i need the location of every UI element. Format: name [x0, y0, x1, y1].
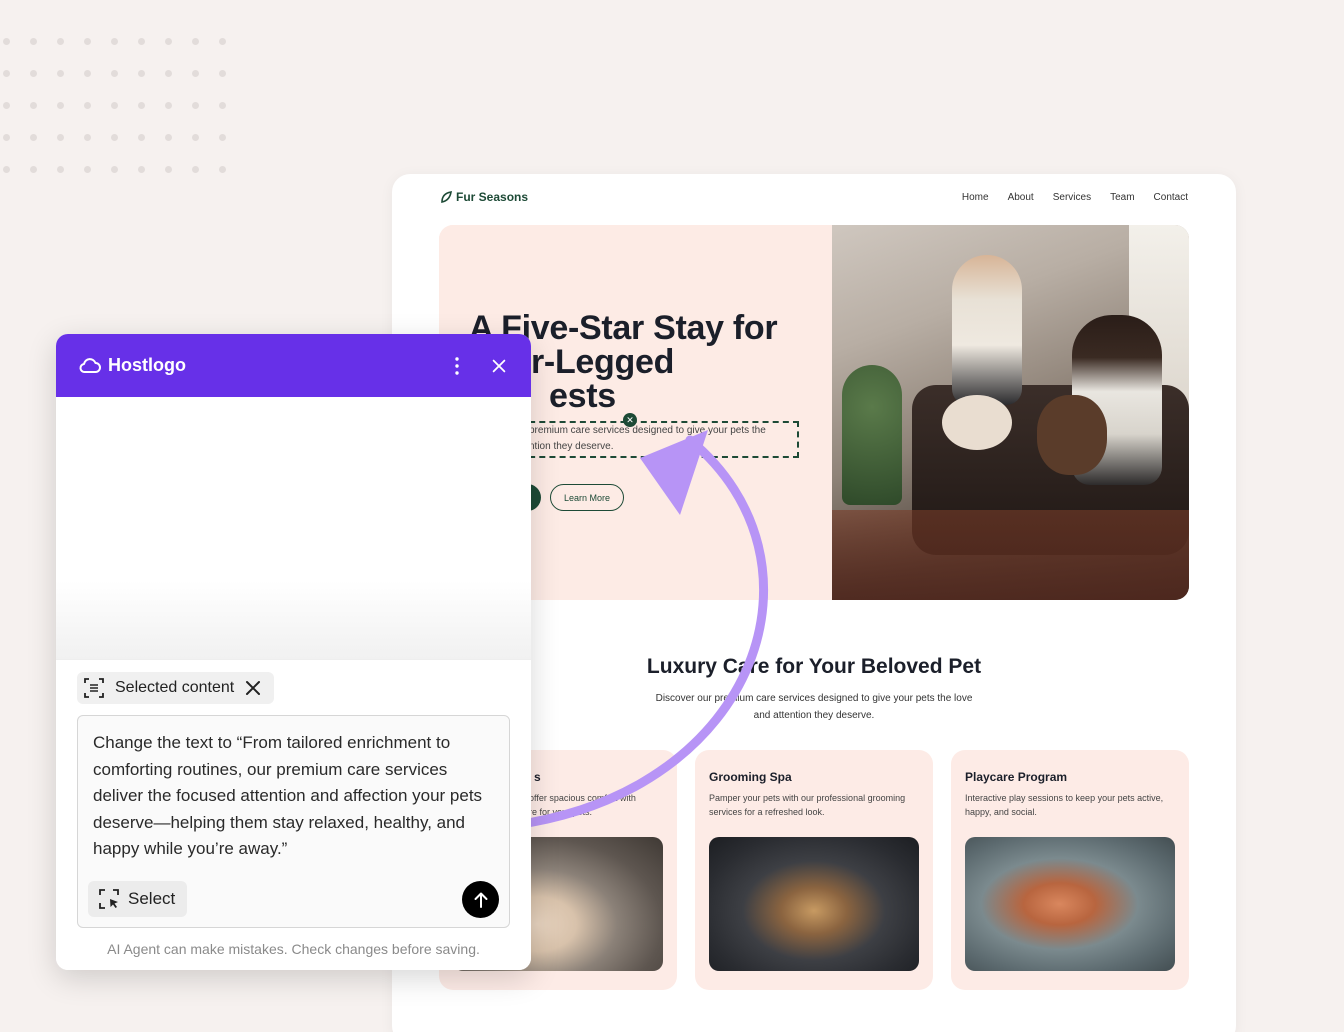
site-nav-links: Home About Services Team Contact	[962, 192, 1188, 203]
card-title: s	[534, 770, 541, 784]
photo-dog	[1037, 395, 1107, 475]
decorative-dot-grid	[0, 30, 240, 180]
assistant-panel: Hostlogo Selected content Change the tex…	[56, 334, 531, 970]
panel-header-actions	[447, 356, 509, 376]
cloud-icon	[79, 357, 101, 373]
prompt-text[interactable]: Change the text to “From tailored enrich…	[93, 730, 498, 863]
selected-content-chip: Selected content	[77, 672, 275, 704]
decorative-dot	[138, 134, 145, 141]
decorative-dot	[3, 70, 10, 77]
card-title: Playcare Program	[965, 770, 1068, 784]
close-icon[interactable]	[489, 356, 509, 376]
card-photo-cat	[965, 837, 1175, 971]
photo-person	[952, 255, 1022, 405]
decorative-dot	[84, 70, 91, 77]
decorative-dot	[3, 166, 10, 173]
learn-more-button[interactable]: Learn More	[550, 484, 624, 511]
decorative-dot	[192, 102, 199, 109]
composer: Selected content Change the text to “Fro…	[56, 659, 531, 970]
deselect-icon[interactable]: ✕	[623, 413, 637, 427]
card-photo-yorkie	[709, 837, 919, 971]
decorative-dot	[84, 38, 91, 45]
selection-text-icon	[84, 678, 104, 698]
decorative-dot	[192, 134, 199, 141]
decorative-dot	[111, 38, 118, 45]
nav-link-about[interactable]: About	[1008, 192, 1034, 203]
photo-plant	[842, 365, 902, 505]
decorative-dot	[3, 38, 10, 45]
decorative-dot	[84, 134, 91, 141]
decorative-dot	[30, 166, 37, 173]
photo-dog	[942, 395, 1012, 450]
site-navbar: Fur Seasons Home About Services Team Con…	[440, 188, 1188, 206]
decorative-dot	[111, 166, 118, 173]
card-description: Pamper your pets with our professional g…	[709, 793, 906, 817]
decorative-dot	[138, 70, 145, 77]
decorative-dot	[57, 134, 64, 141]
decorative-dot	[57, 166, 64, 173]
nav-link-services[interactable]: Services	[1053, 192, 1091, 203]
decorative-dot	[111, 102, 118, 109]
photo-rug	[832, 510, 1189, 600]
arrow-up-icon	[474, 892, 487, 908]
decorative-dot	[192, 38, 199, 45]
chat-history-area	[56, 397, 531, 659]
service-card-playcare[interactable]: Playcare Program Interactive play sessio…	[951, 750, 1189, 990]
decorative-dot	[219, 134, 226, 141]
decorative-dot	[165, 166, 172, 173]
decorative-dot	[111, 134, 118, 141]
decorative-dot	[138, 102, 145, 109]
card-description: Interactive play sessions to keep your p…	[965, 793, 1164, 817]
decorative-dot	[138, 166, 145, 173]
decorative-dot	[165, 38, 172, 45]
disclaimer-text: AI Agent can make mistakes. Check change…	[107, 941, 480, 957]
section-subtitle: Discover our premium care services desig…	[655, 693, 973, 721]
decorative-dot	[192, 166, 199, 173]
hero-photo	[832, 225, 1189, 600]
nav-link-team[interactable]: Team	[1110, 192, 1134, 203]
select-button-label: Select	[128, 889, 176, 908]
panel-logo-text: Hostlogo	[108, 355, 186, 375]
decorative-dot	[111, 70, 118, 77]
decorative-dot	[138, 38, 145, 45]
decorative-dot	[219, 166, 226, 173]
decorative-dot	[84, 166, 91, 173]
decorative-dot	[219, 102, 226, 109]
more-options-icon[interactable]	[447, 356, 467, 376]
prompt-textarea[interactable]: Change the text to “From tailored enrich…	[77, 715, 510, 928]
send-button[interactable]	[462, 881, 499, 918]
leaf-icon	[441, 191, 452, 203]
selected-content-outline	[519, 421, 799, 458]
decorative-dot	[3, 134, 10, 141]
site-brand[interactable]: Fur Seasons	[440, 190, 528, 204]
decorative-dot	[57, 70, 64, 77]
decorative-dot	[165, 102, 172, 109]
card-title: Grooming Spa	[709, 770, 792, 784]
cursor-select-icon	[99, 889, 119, 909]
decorative-dot	[57, 38, 64, 45]
decorative-dot	[3, 102, 10, 109]
decorative-dot	[84, 102, 91, 109]
decorative-dot	[30, 38, 37, 45]
hero-section: A Five-Star Stay for r-Legged ests premi…	[439, 225, 1189, 600]
nav-link-contact[interactable]: Contact	[1154, 192, 1188, 203]
chip-label: Selected content	[115, 679, 235, 696]
decorative-dot	[57, 102, 64, 109]
decorative-dot	[30, 102, 37, 109]
select-element-button[interactable]: Select	[88, 881, 188, 917]
nav-link-home[interactable]: Home	[962, 192, 989, 203]
decorative-dot	[192, 70, 199, 77]
decorative-dot	[165, 70, 172, 77]
decorative-dot	[165, 134, 172, 141]
site-brand-name: Fur Seasons	[456, 190, 529, 204]
panel-logo: Hostlogo	[78, 354, 186, 378]
decorative-dot	[219, 38, 226, 45]
remove-selection-icon[interactable]	[244, 679, 262, 697]
decorative-dot	[219, 70, 226, 77]
panel-header: Hostlogo	[56, 334, 531, 397]
decorative-dot	[30, 70, 37, 77]
decorative-dot	[30, 134, 37, 141]
service-card-grooming[interactable]: Grooming Spa Pamper your pets with our p…	[695, 750, 933, 990]
